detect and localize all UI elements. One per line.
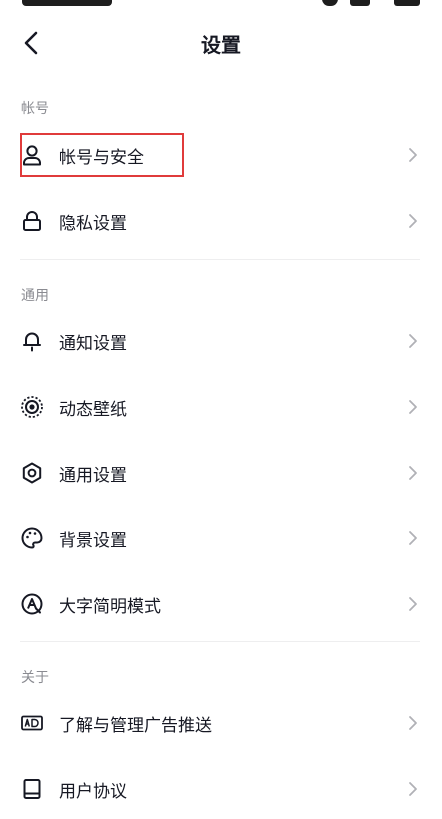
live-wallpaper-icon (20, 395, 44, 419)
settings-item-large-text[interactable]: 大字简明模式 (0, 574, 442, 634)
settings-item-live-wallpaper[interactable]: 动态壁纸 (0, 377, 442, 437)
settings-item-label: 用户协议 (59, 781, 127, 802)
settings-item-label: 背景设置 (59, 530, 127, 551)
settings-item-label: 帐号与安全 (59, 147, 144, 168)
settings-item-label: 大字简明模式 (59, 596, 161, 617)
settings-item-background[interactable]: 背景设置 (0, 508, 442, 568)
settings-item-label: 通用设置 (59, 465, 127, 486)
lock-icon (20, 209, 44, 233)
large-text-icon (20, 592, 44, 616)
gear-icon (20, 461, 44, 485)
chevron-right-icon (409, 148, 417, 162)
ad-icon (20, 711, 44, 735)
chevron-right-icon (409, 716, 417, 730)
page-title: 设置 (201, 33, 241, 57)
section-divider (20, 641, 420, 642)
chevron-right-icon (409, 334, 417, 348)
settings-item-ad-management[interactable]: 了解与管理广告推送 (0, 693, 442, 753)
settings-item-user-agreement[interactable]: 用户协议 (0, 759, 442, 819)
palette-icon (20, 526, 44, 550)
settings-item-label: 了解与管理广告推送 (59, 715, 212, 736)
settings-item-notifications[interactable]: 通知设置 (0, 311, 442, 371)
settings-item-label: 隐私设置 (59, 213, 127, 234)
section-label-account: 帐号 (21, 101, 49, 117)
settings-item-account-security[interactable]: 帐号与安全 (0, 125, 442, 185)
settings-item-general[interactable]: 通用设置 (0, 443, 442, 503)
settings-item-label: 通知设置 (59, 333, 127, 354)
status-icons (322, 0, 422, 6)
section-label-general: 通用 (21, 288, 49, 304)
settings-item-label: 动态壁纸 (59, 399, 127, 420)
section-divider (20, 259, 420, 260)
bell-icon (20, 329, 44, 353)
document-icon (20, 777, 44, 801)
status-bar (0, 0, 442, 12)
chevron-right-icon (409, 400, 417, 414)
person-icon (20, 143, 44, 167)
settings-item-privacy[interactable]: 隐私设置 (0, 191, 442, 251)
section-label-about: 关于 (21, 670, 49, 686)
chevron-right-icon (409, 597, 417, 611)
status-time (22, 0, 112, 6)
chevron-right-icon (409, 214, 417, 228)
nav-header: 设置 (0, 16, 442, 70)
chevron-right-icon (409, 782, 417, 796)
chevron-right-icon (409, 466, 417, 480)
chevron-right-icon (409, 531, 417, 545)
